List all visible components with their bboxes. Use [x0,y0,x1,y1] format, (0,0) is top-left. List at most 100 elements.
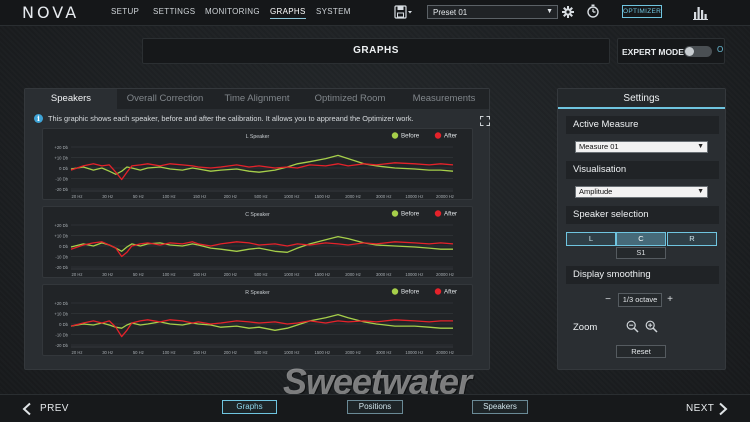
chevron-right-icon [719,402,728,416]
x-tick-label: 50 Hz [133,194,144,199]
smoothing-increase-button[interactable]: + [664,293,676,307]
x-tick-label: 30 Hz [102,194,113,199]
tab-speakers[interactable]: Speakers [25,89,117,109]
expert-mode-toggle[interactable] [684,46,712,57]
stopwatch-icon[interactable] [586,4,600,18]
x-tick-label: 50 Hz [133,272,144,277]
x-tick-label: 30 Hz [102,350,113,355]
visualisation-select[interactable]: Amplitude ▼ [575,186,708,198]
chart-r-speaker: +20 Db +10 Db 0 Db -10 Db -20 Db 20 Hz 30 Hz 50… [42,284,473,356]
next-button[interactable]: NEXT [686,402,734,416]
x-tick-label: 20 Hz [72,272,83,277]
x-tick-label: 150 Hz [193,350,206,355]
smoothing-decrease-button[interactable]: − [602,293,614,307]
x-tick-label: 30 Hz [102,272,113,277]
preset-select[interactable]: Preset 01 ▼ [427,5,558,19]
x-tick-label: 100 Hz [162,272,175,277]
nav-graphs[interactable]: GRAPHS [270,7,306,19]
next-label: NEXT [686,403,715,414]
bottom-tab-graphs[interactable]: Graphs [222,400,277,414]
visualisation-label: Visualisation [566,161,719,179]
tab-optimized-room[interactable]: Optimized Room [301,89,399,109]
chart-svg: +20 Db +10 Db 0 Db -10 Db -20 Db 20 Hz 30 Hz 50… [54,288,457,355]
speaker-c-button[interactable]: C [616,232,666,246]
series-line-after [70,162,454,181]
x-tick-label: 200 Hz [224,272,237,277]
speaker-s1-button[interactable]: S1 [616,247,666,259]
optimizer-button[interactable]: OPTIMIZER [622,5,662,18]
x-tick-label: 1000 Hz [284,272,300,277]
legend-swatch [391,288,399,295]
smoothing-stepper: − 1/3 octave + [602,293,678,307]
reset-zoom-button[interactable]: Reset [616,345,666,358]
bottom-tab-speakers[interactable]: Speakers [472,400,528,414]
nav-setup[interactable]: SETUP [111,7,139,16]
legend-swatch [434,132,442,139]
legend-swatch [434,210,442,217]
tab-measurements[interactable]: Measurements [399,89,489,109]
series-line-before [70,154,454,175]
y-tick-label: -20 Db [55,187,68,192]
chart-svg: +20 Db +10 Db 0 Db -10 Db -20 Db 20 Hz 30 Hz 50… [54,132,457,199]
legend-swatch [391,210,399,217]
x-tick-label: 2000 Hz [345,194,361,199]
tab-overall-correction[interactable]: Overall Correction [117,89,213,109]
x-tick-label: 500 Hz [254,350,267,355]
x-tick-label: 50 Hz [133,350,144,355]
save-button[interactable] [394,5,414,19]
chart-svg: +20 Db +10 Db 0 Db -10 Db -20 Db 20 Hz 30 Hz 50… [54,210,457,277]
visualisation-value: Amplitude [579,187,613,196]
preset-value: Preset 01 [433,8,468,17]
x-tick-label: 200 Hz [224,194,237,199]
info-message: i This graphic shows each speaker, befor… [34,113,490,126]
x-tick-label: 1500 Hz [315,272,331,277]
y-tick-label: +20 Db [54,301,68,306]
bar-graph-icon[interactable] [693,4,709,20]
zoom-out-icon[interactable] [626,320,639,333]
chart-title: C Speaker [245,212,270,218]
legend-label: After [444,133,457,140]
info-text: This graphic shows each speaker, before … [48,114,414,123]
page-title: GRAPHS [142,38,610,64]
active-measure-select[interactable]: Measure 01 ▼ [575,141,708,153]
y-tick-label: 0 Db [59,244,69,249]
x-tick-label: 3000 Hz [376,350,392,355]
gear-icon[interactable] [562,5,574,18]
chart-title: R Speaker [245,290,270,296]
speaker-l-button[interactable]: L [566,232,616,246]
y-tick-label: +20 Db [54,145,68,150]
chart-title: L Speaker [246,134,270,140]
speaker-r-button[interactable]: R [667,232,717,246]
x-tick-label: 10000 Hz [405,350,423,355]
y-tick-label: -10 Db [55,176,68,181]
legend-label: Before [401,211,420,218]
nav-settings[interactable]: SETTINGS [153,7,195,16]
nav-monitoring[interactable]: MONITORING [205,7,260,16]
x-tick-label: 200 Hz [224,350,237,355]
nav-system[interactable]: SYSTEM [316,7,351,16]
expand-icon[interactable] [480,113,490,126]
x-tick-label: 10000 Hz [405,194,423,199]
x-tick-label: 500 Hz [254,272,267,277]
chevron-left-icon [22,402,31,416]
settings-panel: Settings Active Measure Measure 01 ▼ Vis… [557,88,726,370]
display-smoothing-label: Display smoothing [566,266,719,284]
toggle-knob [685,47,694,56]
y-tick-label: +20 Db [54,223,68,228]
tab-time-alignment[interactable]: Time Alignment [213,89,301,109]
y-tick-label: 0 Db [59,166,69,171]
expert-mode-state: O [717,45,724,54]
x-tick-label: 20000 Hz [436,194,454,199]
y-tick-label: -20 Db [55,265,68,270]
y-tick-label: -10 Db [55,332,68,337]
x-tick-label: 150 Hz [193,194,206,199]
info-icon: i [34,114,43,123]
active-measure-value: Measure 01 [579,142,619,151]
chevron-down-icon: ▼ [697,143,704,150]
x-tick-label: 1500 Hz [315,194,331,199]
legend-label: After [444,211,457,218]
bottom-tab-positions[interactable]: Positions [347,400,403,414]
x-tick-label: 100 Hz [162,350,175,355]
save-icon [394,5,412,19]
zoom-in-icon[interactable] [645,320,658,333]
